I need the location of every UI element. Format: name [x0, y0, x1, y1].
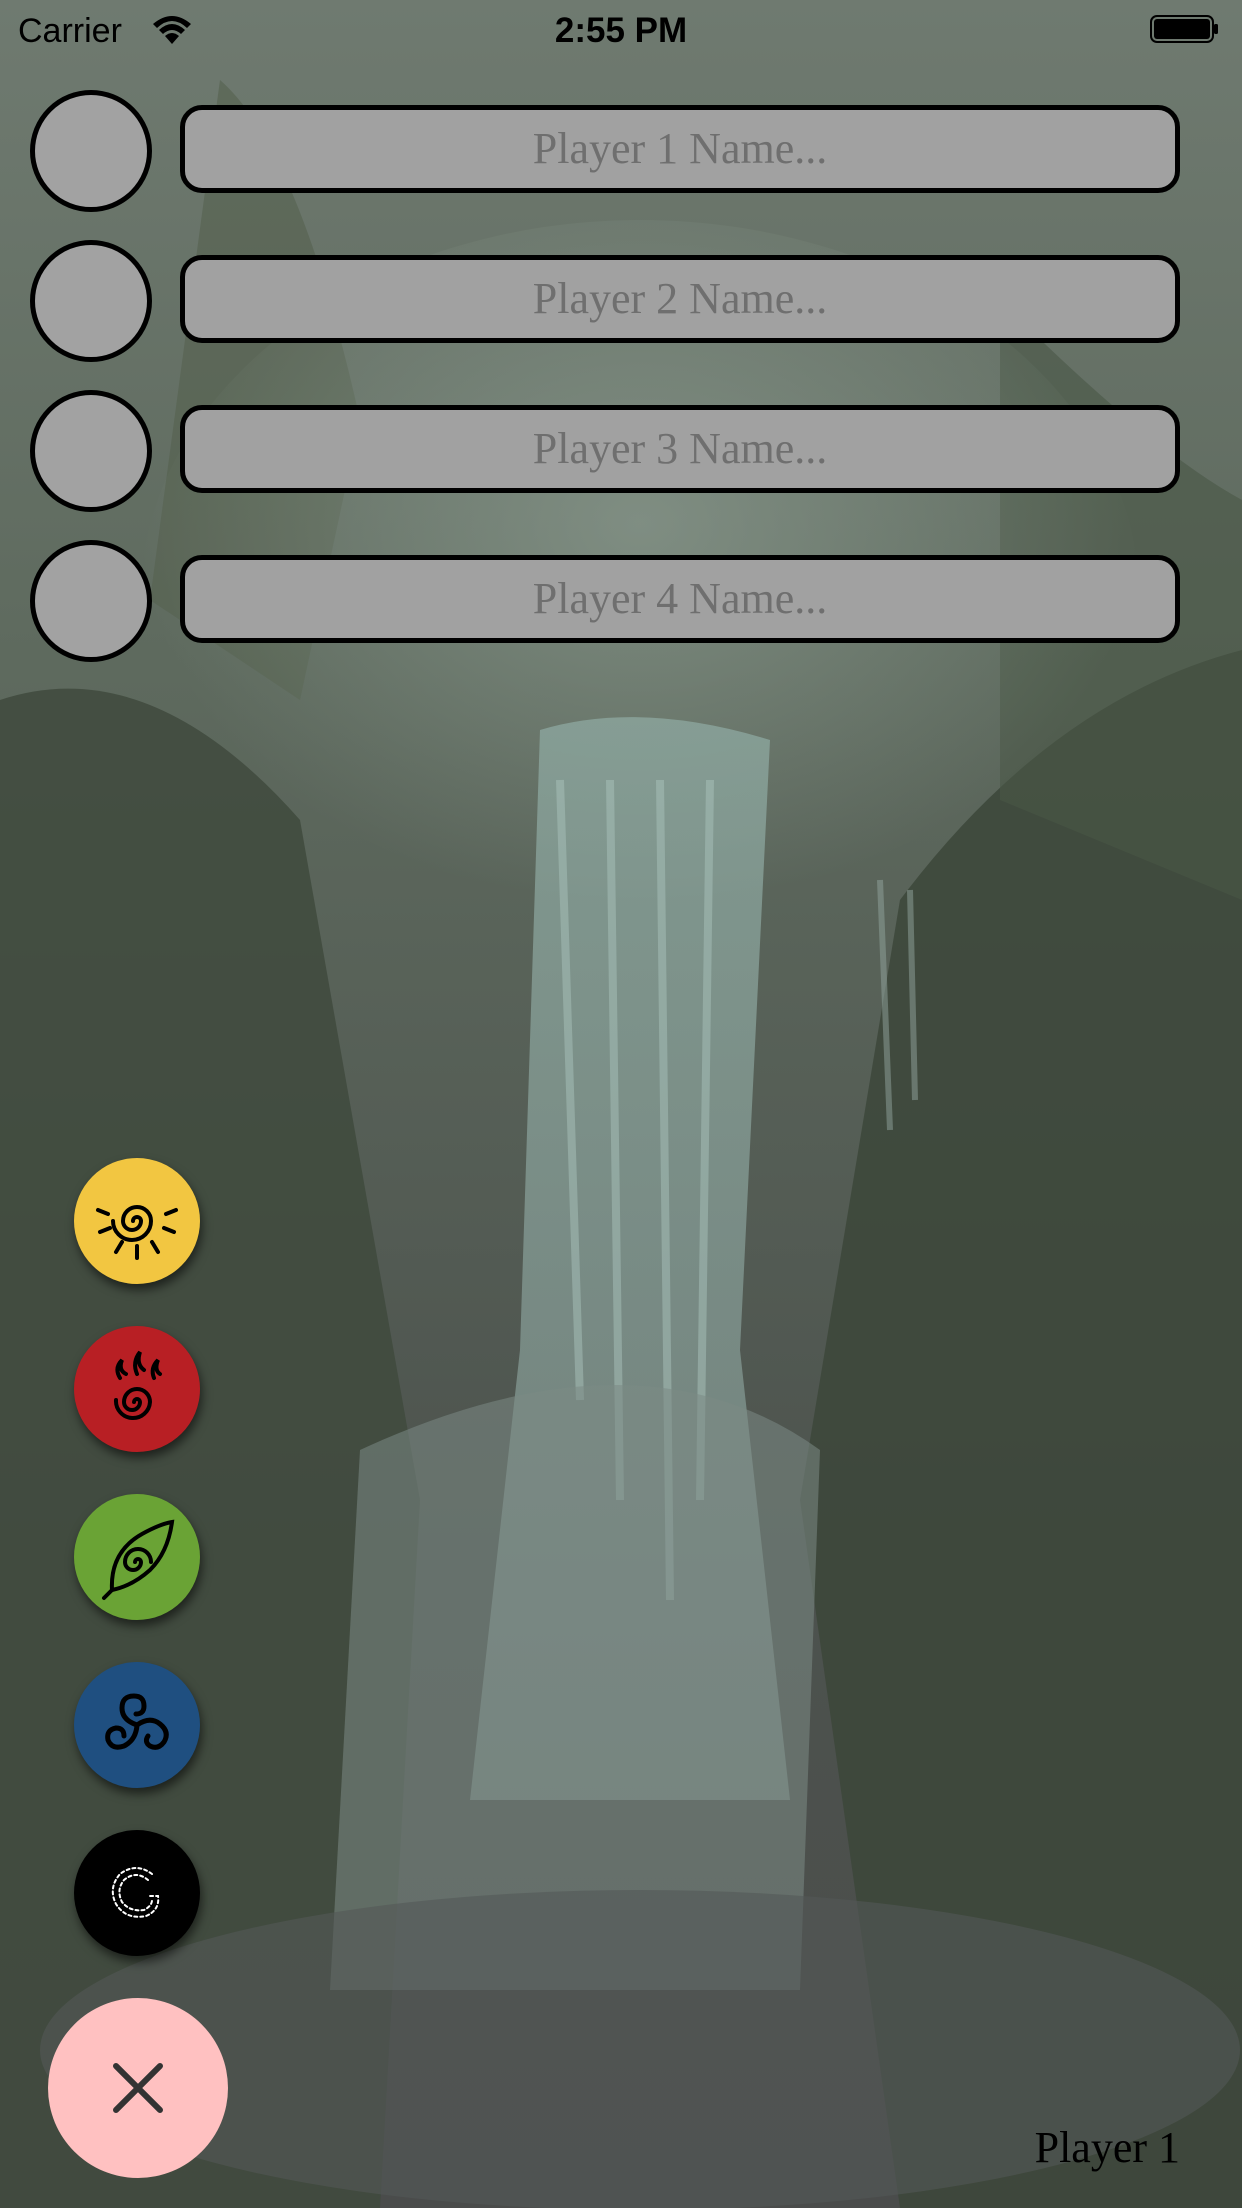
player-1-name-input[interactable]: Player 1 Name... [180, 105, 1180, 193]
player-2-name-input[interactable]: Player 2 Name... [180, 255, 1180, 343]
battery-icon [1150, 15, 1218, 43]
player-2-avatar-button[interactable] [30, 240, 152, 362]
earth-element-button[interactable] [74, 1494, 200, 1620]
player-1-avatar-button[interactable] [30, 90, 152, 212]
leaf-spiral-icon [102, 1519, 175, 1600]
player-3-name-input[interactable]: Player 3 Name... [180, 405, 1180, 493]
player-row: Player 4 Name... [0, 540, 1242, 662]
triskelion-icon [105, 1693, 169, 1750]
sun-element-button[interactable] [74, 1158, 200, 1284]
player-row: Player 2 Name... [0, 240, 1242, 362]
close-button[interactable] [48, 1998, 228, 2178]
close-icon [113, 2063, 163, 2113]
void-circle-icon [111, 1867, 160, 1918]
current-player-label: Player 1 [1034, 2123, 1180, 2172]
fire-element-button[interactable] [74, 1326, 200, 1452]
player-row: Player 3 Name... [0, 390, 1242, 512]
player-4-avatar-button[interactable] [30, 540, 152, 662]
sun-spiral-icon [96, 1205, 178, 1260]
water-element-button[interactable] [74, 1662, 200, 1788]
clock: 2:55 PM [554, 11, 688, 50]
player-row: Player 1 Name... [0, 90, 1242, 212]
void-element-button[interactable] [74, 1830, 200, 1956]
flame-spiral-icon [113, 1350, 162, 1420]
status-bar: Carrier 2:55 PM [0, 0, 1242, 60]
player-3-avatar-button[interactable] [30, 390, 152, 512]
player-4-name-input[interactable]: Player 4 Name... [180, 555, 1180, 643]
